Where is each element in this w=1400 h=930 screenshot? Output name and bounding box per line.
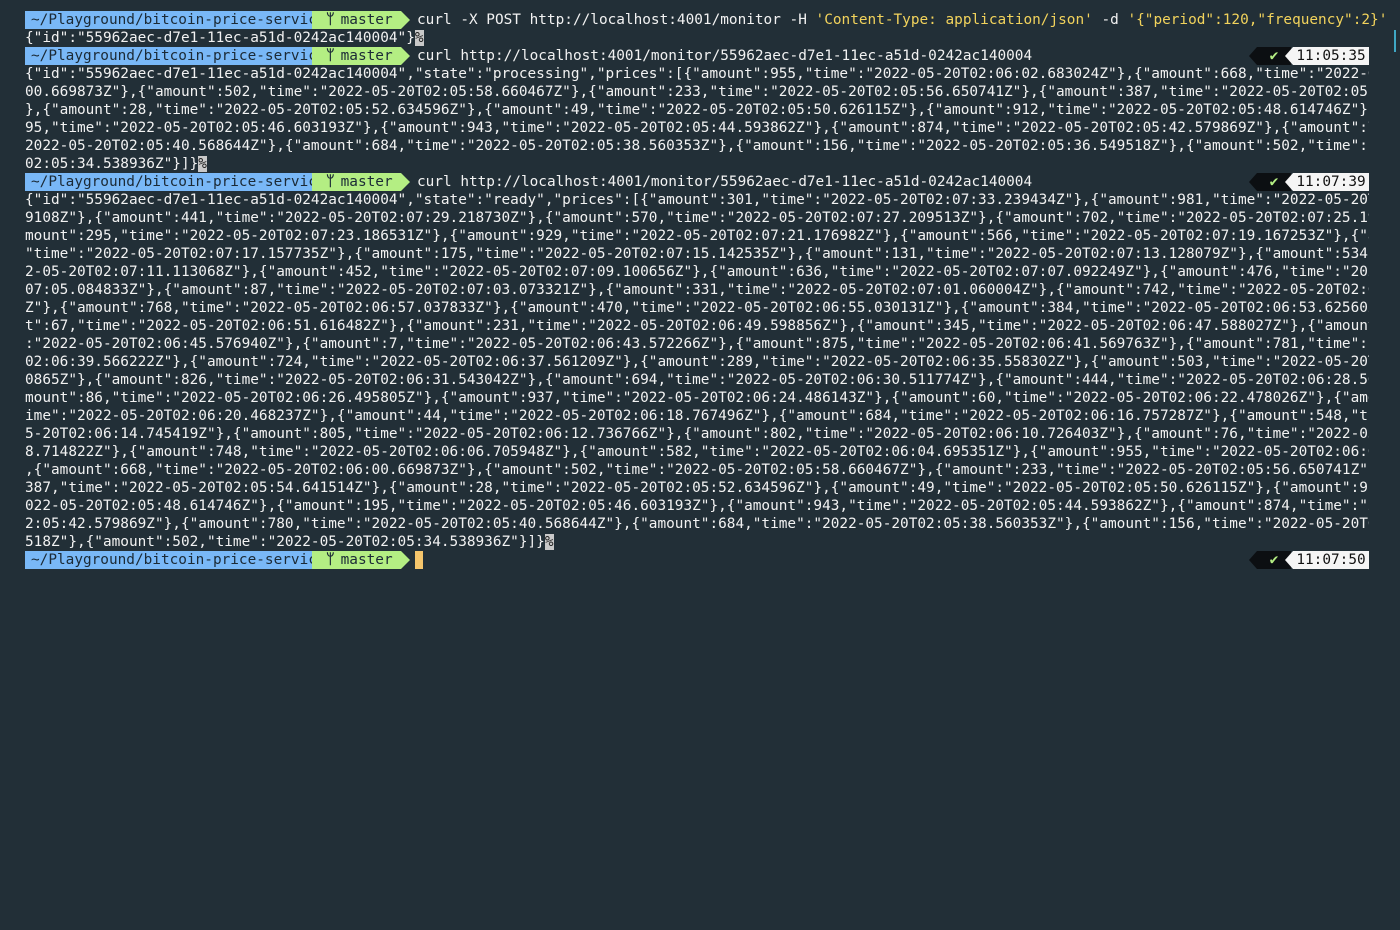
output-text: 00.669873Z"},{"amount":502,"time":"2022-…: [25, 84, 1369, 100]
command-token: -d: [1092, 12, 1128, 28]
git-branch-icon: ᛘ: [326, 12, 335, 28]
output-line: 02:05:34.538936Z"}]}%: [25, 155, 1369, 173]
output-line: Z"},{"amount":768,"time":"2022-05-20T02:…: [25, 299, 1369, 317]
output-line: 00.669873Z"},{"amount":502,"time":"2022-…: [25, 83, 1369, 101]
output-line: },{"amount":28,"time":"2022-05-20T02:05:…: [25, 101, 1369, 119]
terminal-window[interactable]: ~/Playground/bitcoin-price-service ᛘ maste…: [0, 0, 1400, 930]
output-text: 2:05:42.579869Z"},{"amount":780,"time":"…: [25, 516, 1369, 532]
prompt-git-segment: ᛘ master: [312, 11, 410, 29]
output-text: 5-20T02:06:14.745419Z"},{"amount":805,"t…: [25, 426, 1369, 442]
output-line: 07:05.084833Z"},{"amount":87,"time":"202…: [25, 281, 1369, 299]
prompt-branch-name: master: [340, 174, 393, 190]
output-line: t":67,"time":"2022-05-20T02:06:51.616482…: [25, 317, 1369, 335]
prompt-branch-name: master: [340, 12, 393, 28]
prompt-line: ~/Playground/bitcoin-price-service ᛘ maste…: [25, 47, 1369, 65]
output-text: 518Z"},{"amount":502,"time":"2022-05-20T…: [25, 534, 545, 550]
command-string-arg: '{"period":120,"frequency":2}': [1127, 12, 1388, 28]
output-text: 2-05-20T02:07:11.113068Z"},{"amount":452…: [25, 264, 1369, 280]
command-text[interactable]: curl http://localhost:4001/monitor/55962…: [417, 47, 1032, 65]
prompt-git-segment: ᛘ master: [312, 551, 410, 569]
output-text: {"id":"55962aec-d7e1-11ec-a51d-0242ac140…: [25, 30, 415, 46]
scrollbar-indicator[interactable]: [1394, 30, 1396, 52]
output-line: 518Z"},{"amount":502,"time":"2022-05-20T…: [25, 533, 1369, 551]
prompt-directory-segment: ~/Playground/bitcoin-price-service: [25, 11, 343, 29]
command-text[interactable]: curl -X POST http://localhost:4001/monit…: [417, 11, 1387, 29]
git-branch-icon: ᛘ: [326, 48, 335, 64]
output-line: 0865Z"},{"amount":826,"time":"2022-05-20…: [25, 371, 1369, 389]
output-text: 387,"time":"2022-05-20T02:05:54.641514Z"…: [25, 480, 1369, 496]
right-prompt: ✔ 11:07:39: [1249, 173, 1369, 191]
command-timestamp: 11:07:50: [1285, 551, 1369, 569]
output-text: 9108Z"},{"amount":441,"time":"2022-05-20…: [25, 210, 1369, 226]
command-string-arg: 'Content-Type: application/json': [815, 12, 1093, 28]
output-text: mount":295,"time":"2022-05-20T02:07:23.1…: [25, 228, 1369, 244]
output-line: ime":"2022-05-20T02:06:20.468237Z"},{"am…: [25, 407, 1369, 425]
output-text: 07:05.084833Z"},{"amount":87,"time":"202…: [25, 282, 1369, 298]
output-line: mount":295,"time":"2022-05-20T02:07:23.1…: [25, 227, 1369, 245]
output-line: "time":"2022-05-20T02:07:17.157735Z"},{"…: [25, 245, 1369, 263]
command-token: curl http://localhost:4001/monitor/55962…: [417, 174, 1033, 190]
command-token: curl -X POST http://localhost:4001/monit…: [417, 12, 816, 28]
output-line: 2:05:42.579869Z"},{"amount":780,"time":"…: [25, 515, 1369, 533]
right-prompt: ✔ 11:07:50: [1249, 551, 1369, 569]
output-text: ime":"2022-05-20T02:06:20.468237Z"},{"am…: [25, 408, 1369, 424]
output-line: {"id":"55962aec-d7e1-11ec-a51d-0242ac140…: [25, 65, 1369, 83]
output-text: {"id":"55962aec-d7e1-11ec-a51d-0242ac140…: [25, 192, 1369, 208]
no-newline-marker: %: [414, 30, 424, 46]
output-text: 022-05-20T02:05:48.614746Z"},{"amount":1…: [25, 498, 1369, 514]
no-newline-marker: %: [198, 156, 207, 172]
git-branch-icon: ᛘ: [326, 552, 335, 568]
output-text: 95,"time":"2022-05-20T02:05:46.603193Z"}…: [25, 120, 1369, 136]
output-text: 02:05:34.538936Z"}]}: [25, 156, 199, 172]
command-timestamp: 11:05:35: [1285, 47, 1369, 65]
output-text: 0865Z"},{"amount":826,"time":"2022-05-20…: [25, 372, 1369, 388]
output-text: Z"},{"amount":768,"time":"2022-05-20T02:…: [25, 300, 1369, 316]
no-newline-marker: %: [544, 534, 554, 550]
output-line: {"id":"55962aec-d7e1-11ec-a51d-0242ac140…: [25, 29, 1369, 47]
output-text: "time":"2022-05-20T02:07:17.157735Z"},{"…: [25, 246, 1369, 262]
command-token: curl http://localhost:4001/monitor/55962…: [417, 48, 1033, 64]
output-line: 02:06:39.566222Z"},{"amount":724,"time":…: [25, 353, 1369, 371]
output-line: 5-20T02:06:14.745419Z"},{"amount":805,"t…: [25, 425, 1369, 443]
output-text: 02:06:39.566222Z"},{"amount":724,"time":…: [25, 354, 1369, 370]
output-text: 2022-05-20T02:05:40.568644Z"},{"amount":…: [25, 138, 1369, 154]
output-line: 387,"time":"2022-05-20T02:05:54.641514Z"…: [25, 479, 1369, 497]
prompt-branch-name: master: [340, 48, 393, 64]
right-prompt: ✔ 11:05:35: [1249, 47, 1369, 65]
prompt-line: ~/Playground/bitcoin-price-service ᛘ maste…: [25, 173, 1369, 191]
output-line: mount":86,"time":"2022-05-20T02:06:26.49…: [25, 389, 1369, 407]
prompt-line: ~/Playground/bitcoin-price-service ᛘ maste…: [25, 551, 1369, 569]
prompt-git-segment: ᛘ master: [312, 47, 410, 65]
output-line: 2-05-20T02:07:11.113068Z"},{"amount":452…: [25, 263, 1369, 281]
output-text: 8.714822Z"},{"amount":748,"time":"2022-0…: [25, 444, 1369, 460]
output-text: t":67,"time":"2022-05-20T02:06:51.616482…: [25, 318, 1369, 334]
output-line: 2022-05-20T02:05:40.568644Z"},{"amount":…: [25, 137, 1369, 155]
output-line: 8.714822Z"},{"amount":748,"time":"2022-0…: [25, 443, 1369, 461]
output-text: :"2022-05-20T02:06:45.576940Z"},{"amount…: [25, 336, 1369, 352]
output-line: 95,"time":"2022-05-20T02:05:46.603193Z"}…: [25, 119, 1369, 137]
command-text[interactable]: curl http://localhost:4001/monitor/55962…: [417, 173, 1032, 191]
command-timestamp: 11:07:39: [1285, 173, 1369, 191]
output-line: 022-05-20T02:05:48.614746Z"},{"amount":1…: [25, 497, 1369, 515]
output-text: {"id":"55962aec-d7e1-11ec-a51d-0242ac140…: [25, 66, 1369, 82]
git-branch-icon: ᛘ: [326, 174, 335, 190]
prompt-git-segment: ᛘ master: [312, 173, 410, 191]
output-line: 9108Z"},{"amount":441,"time":"2022-05-20…: [25, 209, 1369, 227]
prompt-branch-name: master: [340, 552, 393, 568]
output-line: {"id":"55962aec-d7e1-11ec-a51d-0242ac140…: [25, 191, 1369, 209]
output-text: },{"amount":28,"time":"2022-05-20T02:05:…: [25, 102, 1369, 118]
output-line: ,{"amount":668,"time":"2022-05-20T02:06:…: [25, 461, 1369, 479]
output-text: ,{"amount":668,"time":"2022-05-20T02:06:…: [25, 462, 1369, 478]
prompt-line: ~/Playground/bitcoin-price-service ᛘ maste…: [25, 11, 1387, 29]
output-text: mount":86,"time":"2022-05-20T02:06:26.49…: [25, 390, 1369, 406]
output-line: :"2022-05-20T02:06:45.576940Z"},{"amount…: [25, 335, 1369, 353]
text-cursor[interactable]: [415, 551, 423, 569]
prompt-directory-segment: ~/Playground/bitcoin-price-service: [25, 551, 343, 569]
prompt-directory-segment: ~/Playground/bitcoin-price-service: [25, 173, 343, 191]
prompt-directory-segment: ~/Playground/bitcoin-price-service: [25, 47, 343, 65]
